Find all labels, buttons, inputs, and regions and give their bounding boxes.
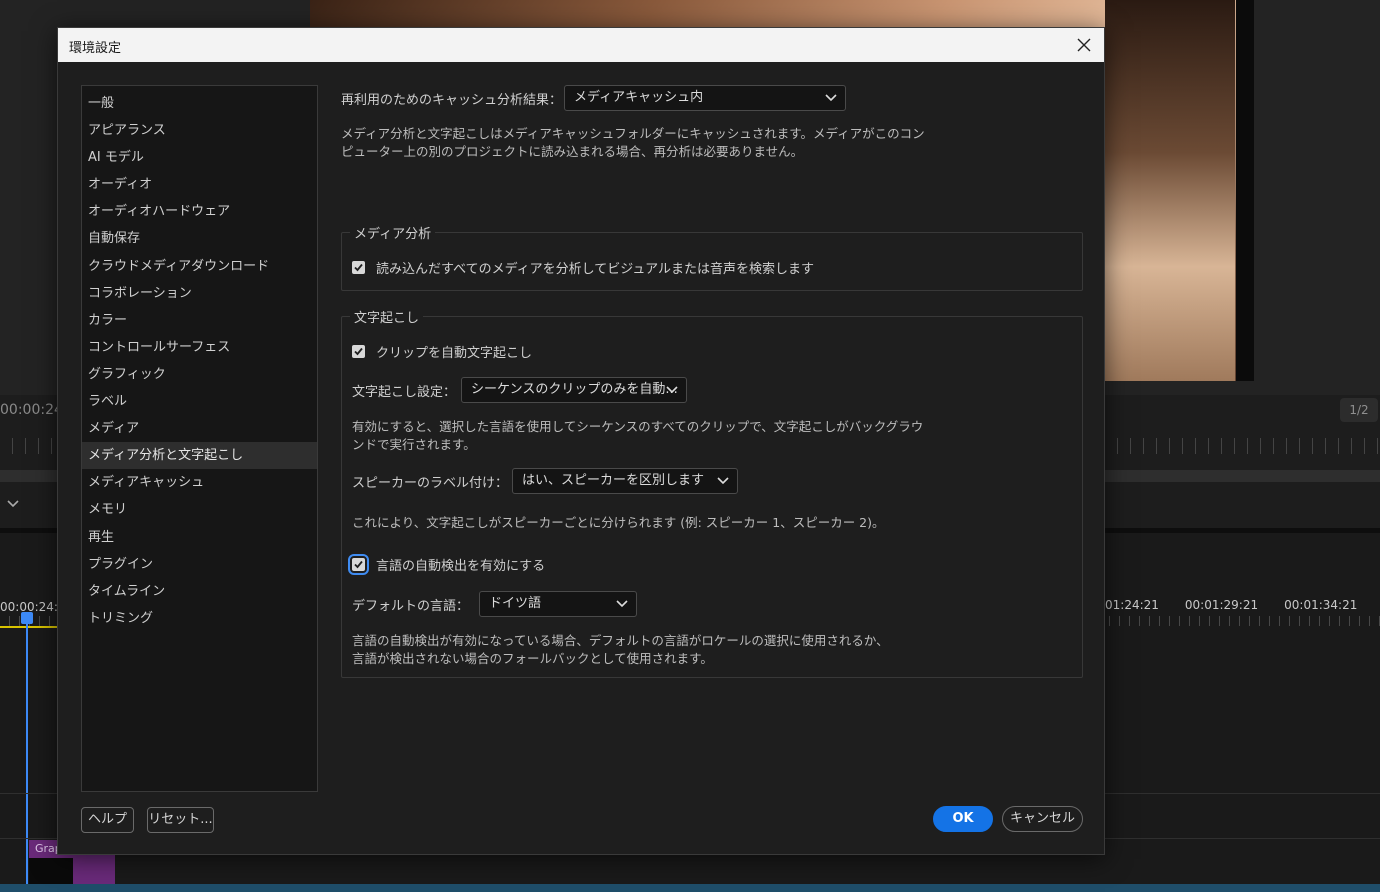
timeline-time-label: 01:24:21 bbox=[1105, 598, 1159, 612]
help-button[interactable]: ヘルプ bbox=[81, 807, 134, 833]
chevron-down-icon bbox=[616, 600, 628, 608]
ok-button[interactable]: OK bbox=[933, 806, 993, 832]
cache-results-label: 再利用のためのキャッシュ分析結果： bbox=[341, 92, 563, 108]
sidebar-item[interactable]: オーディオ bbox=[82, 171, 317, 198]
transcription-setting-desc-line2: ンドで実行されます。 bbox=[352, 437, 476, 452]
chevron-down-icon bbox=[717, 477, 729, 485]
dialog-title: 環境設定 bbox=[69, 41, 122, 56]
sidebar-item[interactable]: メディア分析と文字起こし bbox=[82, 442, 317, 470]
playhead[interactable] bbox=[26, 614, 28, 892]
timeline-time-left: 00:00:24:2 bbox=[0, 600, 66, 614]
sidebar-item[interactable]: トリミング bbox=[82, 605, 317, 632]
sidebar-item[interactable]: コントロールサーフェス bbox=[82, 334, 317, 361]
default-language-value: ドイツ語 bbox=[489, 596, 542, 611]
sidebar-item[interactable]: 再生 bbox=[82, 524, 317, 551]
default-language-label: デフォルトの言語： bbox=[352, 598, 470, 614]
speaker-labeling-value: はい、スピーカーを区別します bbox=[522, 473, 705, 488]
transcription-setting-desc-line1: 有効にすると、選択した言語を使用してシーケンスのすべてのクリップで、文字起こしが… bbox=[352, 419, 924, 434]
media-analysis-title: メディア分析 bbox=[350, 223, 436, 242]
sidebar-item[interactable]: メディアキャッシュ bbox=[82, 469, 317, 496]
transcription-setting-dropdown[interactable]: シーケンスのクリップのみを自動... bbox=[461, 377, 688, 403]
timeline-time-label: 00:01:29:21 bbox=[1184, 598, 1259, 612]
chevron-down-icon[interactable] bbox=[7, 496, 19, 512]
sidebar-item[interactable]: コラボレーション bbox=[82, 280, 317, 307]
auto-transcribe-checkbox[interactable] bbox=[352, 344, 365, 358]
transcription-setting-value: シーケンスのクリップのみを自動... bbox=[471, 382, 678, 397]
preferences-dialog: 環境設定 一般 アピアランス AI モデル オーディオ オーディオハードウェア 自動保存ク… bbox=[57, 27, 1105, 855]
transcription-group bbox=[341, 316, 1083, 678]
sidebar-item[interactable]: メモリ bbox=[82, 496, 317, 523]
checkmark-icon bbox=[354, 347, 363, 355]
default-language-desc-line2: 言語が検出されない場合のフォールバックとして使用されます。 bbox=[352, 651, 713, 666]
cancel-button[interactable]: キャンセル bbox=[1002, 806, 1083, 832]
page-indicator[interactable]: 1/2 bbox=[1340, 398, 1378, 422]
speaker-labeling-dropdown[interactable]: はい、スピーカーを区別します bbox=[512, 468, 739, 494]
media-analysis-checkbox[interactable] bbox=[352, 260, 365, 274]
cache-results-value: メディアキャッシュ内 bbox=[574, 90, 704, 105]
sidebar-item[interactable]: クラウドメディアダウンロード bbox=[82, 253, 317, 280]
chevron-down-icon bbox=[666, 386, 678, 394]
chevron-down-icon bbox=[825, 94, 837, 102]
sidebar-item[interactable]: ラベル bbox=[82, 388, 317, 415]
sidebar-item[interactable]: アピアランス bbox=[82, 117, 317, 144]
reset-button[interactable]: リセット... bbox=[147, 807, 214, 833]
sidebar-item[interactable]: グラフィック bbox=[82, 361, 317, 388]
dialog-titlebar: 環境設定 bbox=[58, 28, 1104, 62]
default-language-desc-line1: 言語の自動検出が有効になっている場合、デフォルトの言語がロケールの選択に使用され… bbox=[352, 633, 889, 648]
close-button[interactable] bbox=[1070, 31, 1098, 59]
sidebar-item[interactable]: AI モデル bbox=[82, 144, 317, 171]
transcription-setting-label: 文字起こし設定： bbox=[352, 384, 457, 400]
work-area-bar[interactable] bbox=[0, 626, 58, 628]
speaker-labeling-label: スピーカーのラベル付け： bbox=[352, 475, 509, 491]
language-auto-detect-checkbox[interactable] bbox=[348, 553, 369, 575]
language-auto-detect-label: 言語の自動検出を有効にする bbox=[376, 558, 546, 574]
sidebar-item[interactable]: 一般 bbox=[82, 90, 317, 117]
media-analysis-checkbox-label: 読み込んだすべてのメディアを分析してビジュアルまたは音声を検索します bbox=[376, 261, 814, 277]
playhead-handle[interactable] bbox=[21, 612, 33, 624]
close-icon bbox=[1077, 38, 1091, 52]
transcription-title: 文字起こし bbox=[350, 307, 424, 326]
cache-description-line2: ピューター上の別のプロジェクトに読み込まれる場合、再分析は必要ありません。 bbox=[341, 144, 804, 159]
cache-description-line1: メディア分析と文字起こしはメディアキャッシュフォルダーにキャッシュされます。メデ… bbox=[341, 126, 925, 141]
cache-results-dropdown[interactable]: メディアキャッシュ内 bbox=[564, 85, 847, 111]
auto-transcribe-label: クリップを自動文字起こし bbox=[376, 345, 533, 361]
timeline-time-ruler-labels: 01:24:21 00:01:29:21 00:01:34:21 00 bbox=[1105, 598, 1380, 612]
checkmark-icon bbox=[354, 560, 363, 568]
sidebar-item[interactable]: メディア bbox=[82, 415, 317, 442]
default-language-dropdown[interactable]: ドイツ語 bbox=[479, 591, 638, 617]
sidebar-item[interactable]: 自動保存 bbox=[82, 225, 317, 252]
timeline-clip-row[interactable] bbox=[0, 884, 1380, 892]
checkmark-icon bbox=[354, 263, 363, 271]
sidebar-item[interactable]: カラー bbox=[82, 307, 317, 334]
speaker-labeling-desc: これにより、文字起こしがスピーカーごとに分けられます (例: スピーカー 1、ス… bbox=[352, 515, 885, 530]
preferences-category-list: 一般 アピアランス AI モデル オーディオ オーディオハードウェア 自動保存 クラウドメデ… bbox=[81, 85, 318, 792]
sidebar-item[interactable]: タイムライン bbox=[82, 578, 317, 605]
sidebar-item[interactable]: オーディオハードウェア bbox=[82, 198, 317, 225]
sidebar-item[interactable]: プラグイン bbox=[82, 551, 317, 578]
timeline-time-label: 00:01:34:21 bbox=[1284, 598, 1358, 612]
